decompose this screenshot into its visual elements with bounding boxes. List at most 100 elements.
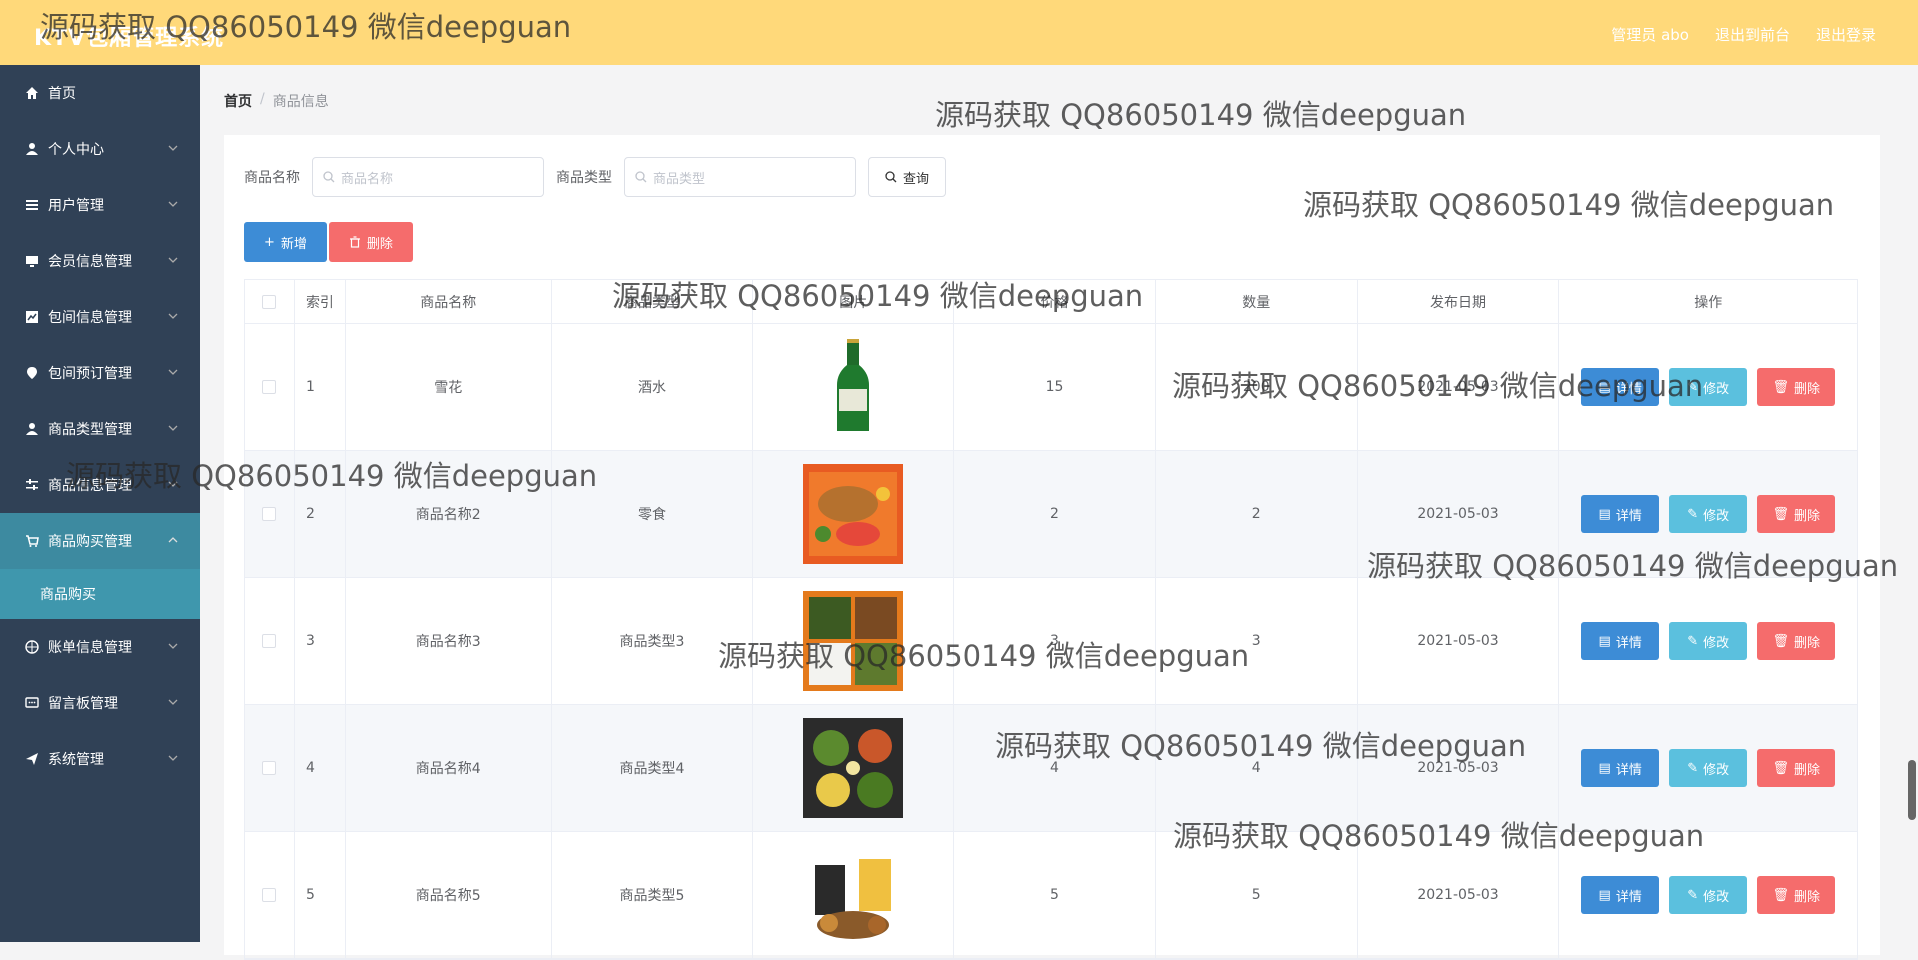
cell-date: 2021-05-03 xyxy=(1358,705,1560,831)
cell-image xyxy=(753,705,955,831)
sidebar-item-label: 账单信息管理 xyxy=(48,640,132,656)
cell-image xyxy=(753,832,955,958)
breadcrumb-home[interactable]: 首页 xyxy=(224,91,252,111)
cell-quantity: 3 xyxy=(1156,578,1358,704)
cell-index: 4 xyxy=(295,705,346,831)
delete-label: 删除 xyxy=(366,236,393,252)
detail-label: 详情 xyxy=(1615,381,1642,397)
pencil-icon: ✎ xyxy=(1687,887,1699,903)
cell-type: 商品类型3 xyxy=(552,578,754,704)
sidebar-item-home[interactable]: 首页 xyxy=(0,65,200,121)
type-search-input[interactable]: 商品类型 xyxy=(624,157,856,197)
edit-label: 修改 xyxy=(1703,762,1730,778)
content-panel: 商品名称 商品名称 商品类型 商品类型 查询 + 新增 删除 索引 商品名称 商… xyxy=(224,135,1880,960)
sidebar-subitem-purchase[interactable]: 商品购买 xyxy=(0,569,200,619)
trash-icon xyxy=(349,236,360,248)
detail-button[interactable]: ▤ 详情 xyxy=(1581,876,1660,914)
cell-image xyxy=(753,578,955,704)
row-checkbox[interactable] xyxy=(262,380,277,394)
delete-button[interactable]: 🗑 删除 xyxy=(1757,495,1836,533)
row-select-cell xyxy=(245,832,295,958)
cell-type: 零食 xyxy=(552,451,754,577)
sidebar-item-label: 商品类型管理 xyxy=(48,422,132,438)
sidebar-item-purchases[interactable]: 商品购买管理 xyxy=(0,513,200,569)
sidebar-item-products[interactable]: 商品信息管理 xyxy=(0,457,200,513)
user-icon xyxy=(24,141,40,157)
cell-type: 酒水 xyxy=(552,324,754,450)
sidebar-item-members[interactable]: 会员信息管理 xyxy=(0,233,200,289)
document-icon: ▤ xyxy=(1598,379,1611,395)
breadcrumb-separator: / xyxy=(260,91,265,107)
delete-button[interactable]: 🗑 删除 xyxy=(1757,876,1836,914)
cell-price: 4 xyxy=(954,705,1156,831)
detail-button[interactable]: ▤ 详情 xyxy=(1581,368,1660,406)
sidebar-item-system[interactable]: 系统管理 xyxy=(0,731,200,787)
plus-icon: + xyxy=(264,234,275,250)
chat-icon xyxy=(24,695,40,711)
detail-button[interactable]: ▤ 详情 xyxy=(1581,749,1660,787)
name-search-input[interactable]: 商品名称 xyxy=(312,157,544,197)
bento-box-image xyxy=(803,591,904,691)
chevron-down-icon xyxy=(168,699,178,705)
cell-index: 3 xyxy=(295,578,346,704)
beer-bottle-image xyxy=(803,337,904,437)
fried-food-image xyxy=(803,464,904,564)
trash-icon: 🗑 xyxy=(1772,379,1789,395)
sidebar-item-reservations[interactable]: 包间预订管理 xyxy=(0,345,200,401)
sidebar-item-product-types[interactable]: 商品类型管理 xyxy=(0,401,200,457)
chevron-down-icon xyxy=(168,643,178,649)
sidebar-subitem-label: 商品购买 xyxy=(40,587,96,603)
query-button[interactable]: 查询 xyxy=(868,157,947,197)
cell-index: 5 xyxy=(295,832,346,958)
edit-button[interactable]: ✎ 修改 xyxy=(1669,749,1748,787)
cell-operations: ▤ 详情 ✎ 修改 🗑 删除 xyxy=(1559,578,1857,704)
delete-label: 删除 xyxy=(1793,889,1820,905)
edit-button[interactable]: ✎ 修改 xyxy=(1669,368,1748,406)
logout-link[interactable]: 退出登录 xyxy=(1816,24,1876,45)
batch-delete-button[interactable]: 删除 xyxy=(328,222,413,262)
edit-button[interactable]: ✎ 修改 xyxy=(1669,876,1748,914)
main-content: 首页 / 商品信息 商品名称 商品名称 商品类型 商品类型 查询 + 新增 删除… xyxy=(200,65,1918,960)
select-all-checkbox[interactable] xyxy=(262,294,277,309)
trash-icon: 🗑 xyxy=(1772,887,1789,903)
cell-quantity: 4 xyxy=(1156,705,1358,831)
header-name: 商品名称 xyxy=(346,280,552,323)
document-icon: ▤ xyxy=(1598,633,1611,649)
sidebar-item-label: 会员信息管理 xyxy=(48,254,132,270)
edit-button[interactable]: ✎ 修改 xyxy=(1669,495,1748,533)
detail-button[interactable]: ▤ 详情 xyxy=(1581,622,1660,660)
sidebar-item-bills[interactable]: 账单信息管理 xyxy=(0,619,200,675)
cell-name: 商品名称3 xyxy=(346,578,552,704)
detail-label: 详情 xyxy=(1615,508,1642,524)
cell-operations: ▤ 详情 ✎ 修改 🗑 删除 xyxy=(1559,832,1857,958)
sidebar-item-profile[interactable]: 个人中心 xyxy=(0,121,200,177)
row-checkbox[interactable] xyxy=(262,634,277,648)
vertical-scrollbar[interactable] xyxy=(1908,760,1916,820)
cell-price: 3 xyxy=(954,578,1156,704)
cart-icon xyxy=(24,533,40,549)
sidebar-item-label: 包间预订管理 xyxy=(48,366,132,382)
delete-button[interactable]: 🗑 删除 xyxy=(1757,368,1836,406)
cell-date: 2021-05-03 xyxy=(1358,832,1560,958)
cell-type: 商品类型5 xyxy=(552,832,754,958)
edit-button[interactable]: ✎ 修改 xyxy=(1669,622,1748,660)
sidebar-item-messages[interactable]: 留言板管理 xyxy=(0,675,200,731)
add-button[interactable]: + 新增 xyxy=(244,222,327,262)
row-checkbox[interactable] xyxy=(262,507,277,521)
cell-image xyxy=(753,324,955,450)
back-to-front-link[interactable]: 退出到前台 xyxy=(1715,24,1790,45)
header-operations: 操作 xyxy=(1694,294,1723,311)
trash-icon: 🗑 xyxy=(1772,760,1789,776)
delete-button[interactable]: 🗑 删除 xyxy=(1757,622,1836,660)
delete-button[interactable]: 🗑 删除 xyxy=(1757,749,1836,787)
pencil-icon: ✎ xyxy=(1687,633,1699,649)
row-checkbox[interactable] xyxy=(262,761,277,775)
location-icon xyxy=(24,365,40,381)
chart-icon xyxy=(24,309,40,325)
table-header: 索引 商品名称 商品类型 图片 价格 数量 发布日期 操作 xyxy=(245,280,1857,324)
name-placeholder: 商品名称 xyxy=(341,171,394,187)
sidebar-item-rooms[interactable]: 包间信息管理 xyxy=(0,289,200,345)
row-checkbox[interactable] xyxy=(262,888,277,902)
sidebar-item-users[interactable]: 用户管理 xyxy=(0,177,200,233)
detail-button[interactable]: ▤ 详情 xyxy=(1581,495,1660,533)
